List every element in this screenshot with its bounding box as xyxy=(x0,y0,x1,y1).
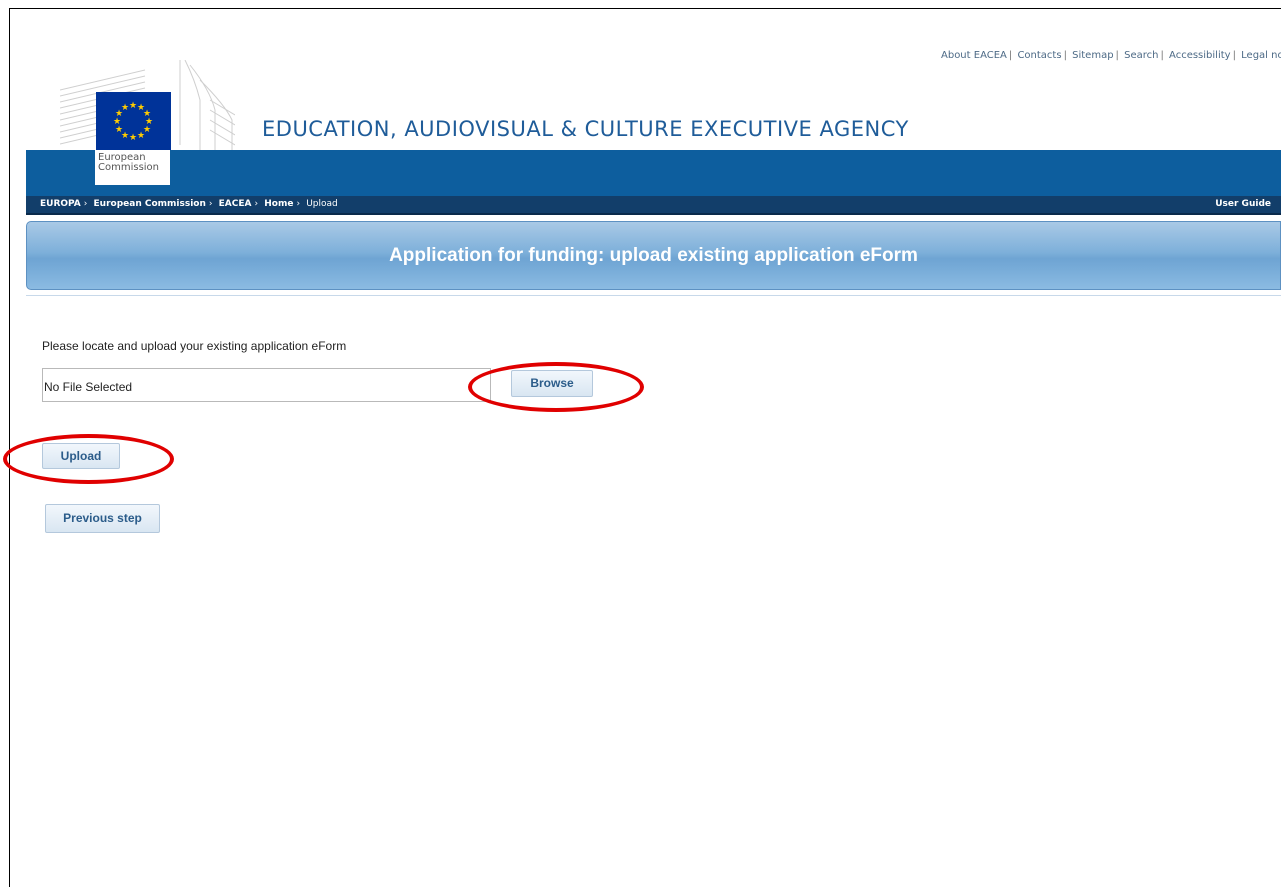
previous-step-button[interactable]: Previous step xyxy=(45,504,160,533)
svg-text:★: ★ xyxy=(129,101,137,111)
header-band xyxy=(26,150,1281,196)
link-sitemap[interactable]: Sitemap xyxy=(1072,50,1113,61)
link-legal-notice[interactable]: Legal notice xyxy=(1241,50,1281,61)
page-banner: Application for funding: upload existing… xyxy=(26,221,1281,290)
upload-button[interactable]: Upload xyxy=(42,443,120,469)
svg-text:★: ★ xyxy=(129,133,137,143)
file-path-field[interactable]: No File Selected xyxy=(42,368,491,402)
link-contacts[interactable]: Contacts xyxy=(1017,50,1061,61)
link-accessibility[interactable]: Accessibility xyxy=(1169,50,1231,61)
breadcrumb: EUROPA › European Commission › EACEA › Home… xyxy=(40,199,338,209)
upload-instruction: Please locate and upload your existing a… xyxy=(42,339,347,353)
browse-button[interactable]: Browse xyxy=(511,370,593,397)
link-about[interactable]: About EACEA xyxy=(941,50,1007,61)
svg-text:★: ★ xyxy=(121,103,129,113)
divider xyxy=(26,295,1281,296)
user-guide-link[interactable]: User Guide xyxy=(1215,199,1271,209)
svg-text:★: ★ xyxy=(137,131,145,141)
breadcrumb-european-commission[interactable]: European Commission xyxy=(94,199,206,209)
breadcrumb-home[interactable]: Home xyxy=(264,199,293,209)
link-search[interactable]: Search xyxy=(1124,50,1158,61)
agency-title: EDUCATION, AUDIOVISUAL & CULTURE EXECUTI… xyxy=(262,117,909,141)
breadcrumb-current: Upload xyxy=(306,199,338,209)
breadcrumb-bar: EUROPA › European Commission › EACEA › Home… xyxy=(26,196,1281,215)
page-title: Application for funding: upload existing… xyxy=(389,245,918,266)
breadcrumb-eacea[interactable]: EACEA xyxy=(219,199,252,209)
logo-caption: European Commission xyxy=(95,150,170,185)
top-links: About EACEA | Contacts | Sitemap | Search | … xyxy=(941,50,1281,61)
breadcrumb-europa[interactable]: EUROPA xyxy=(40,199,81,209)
